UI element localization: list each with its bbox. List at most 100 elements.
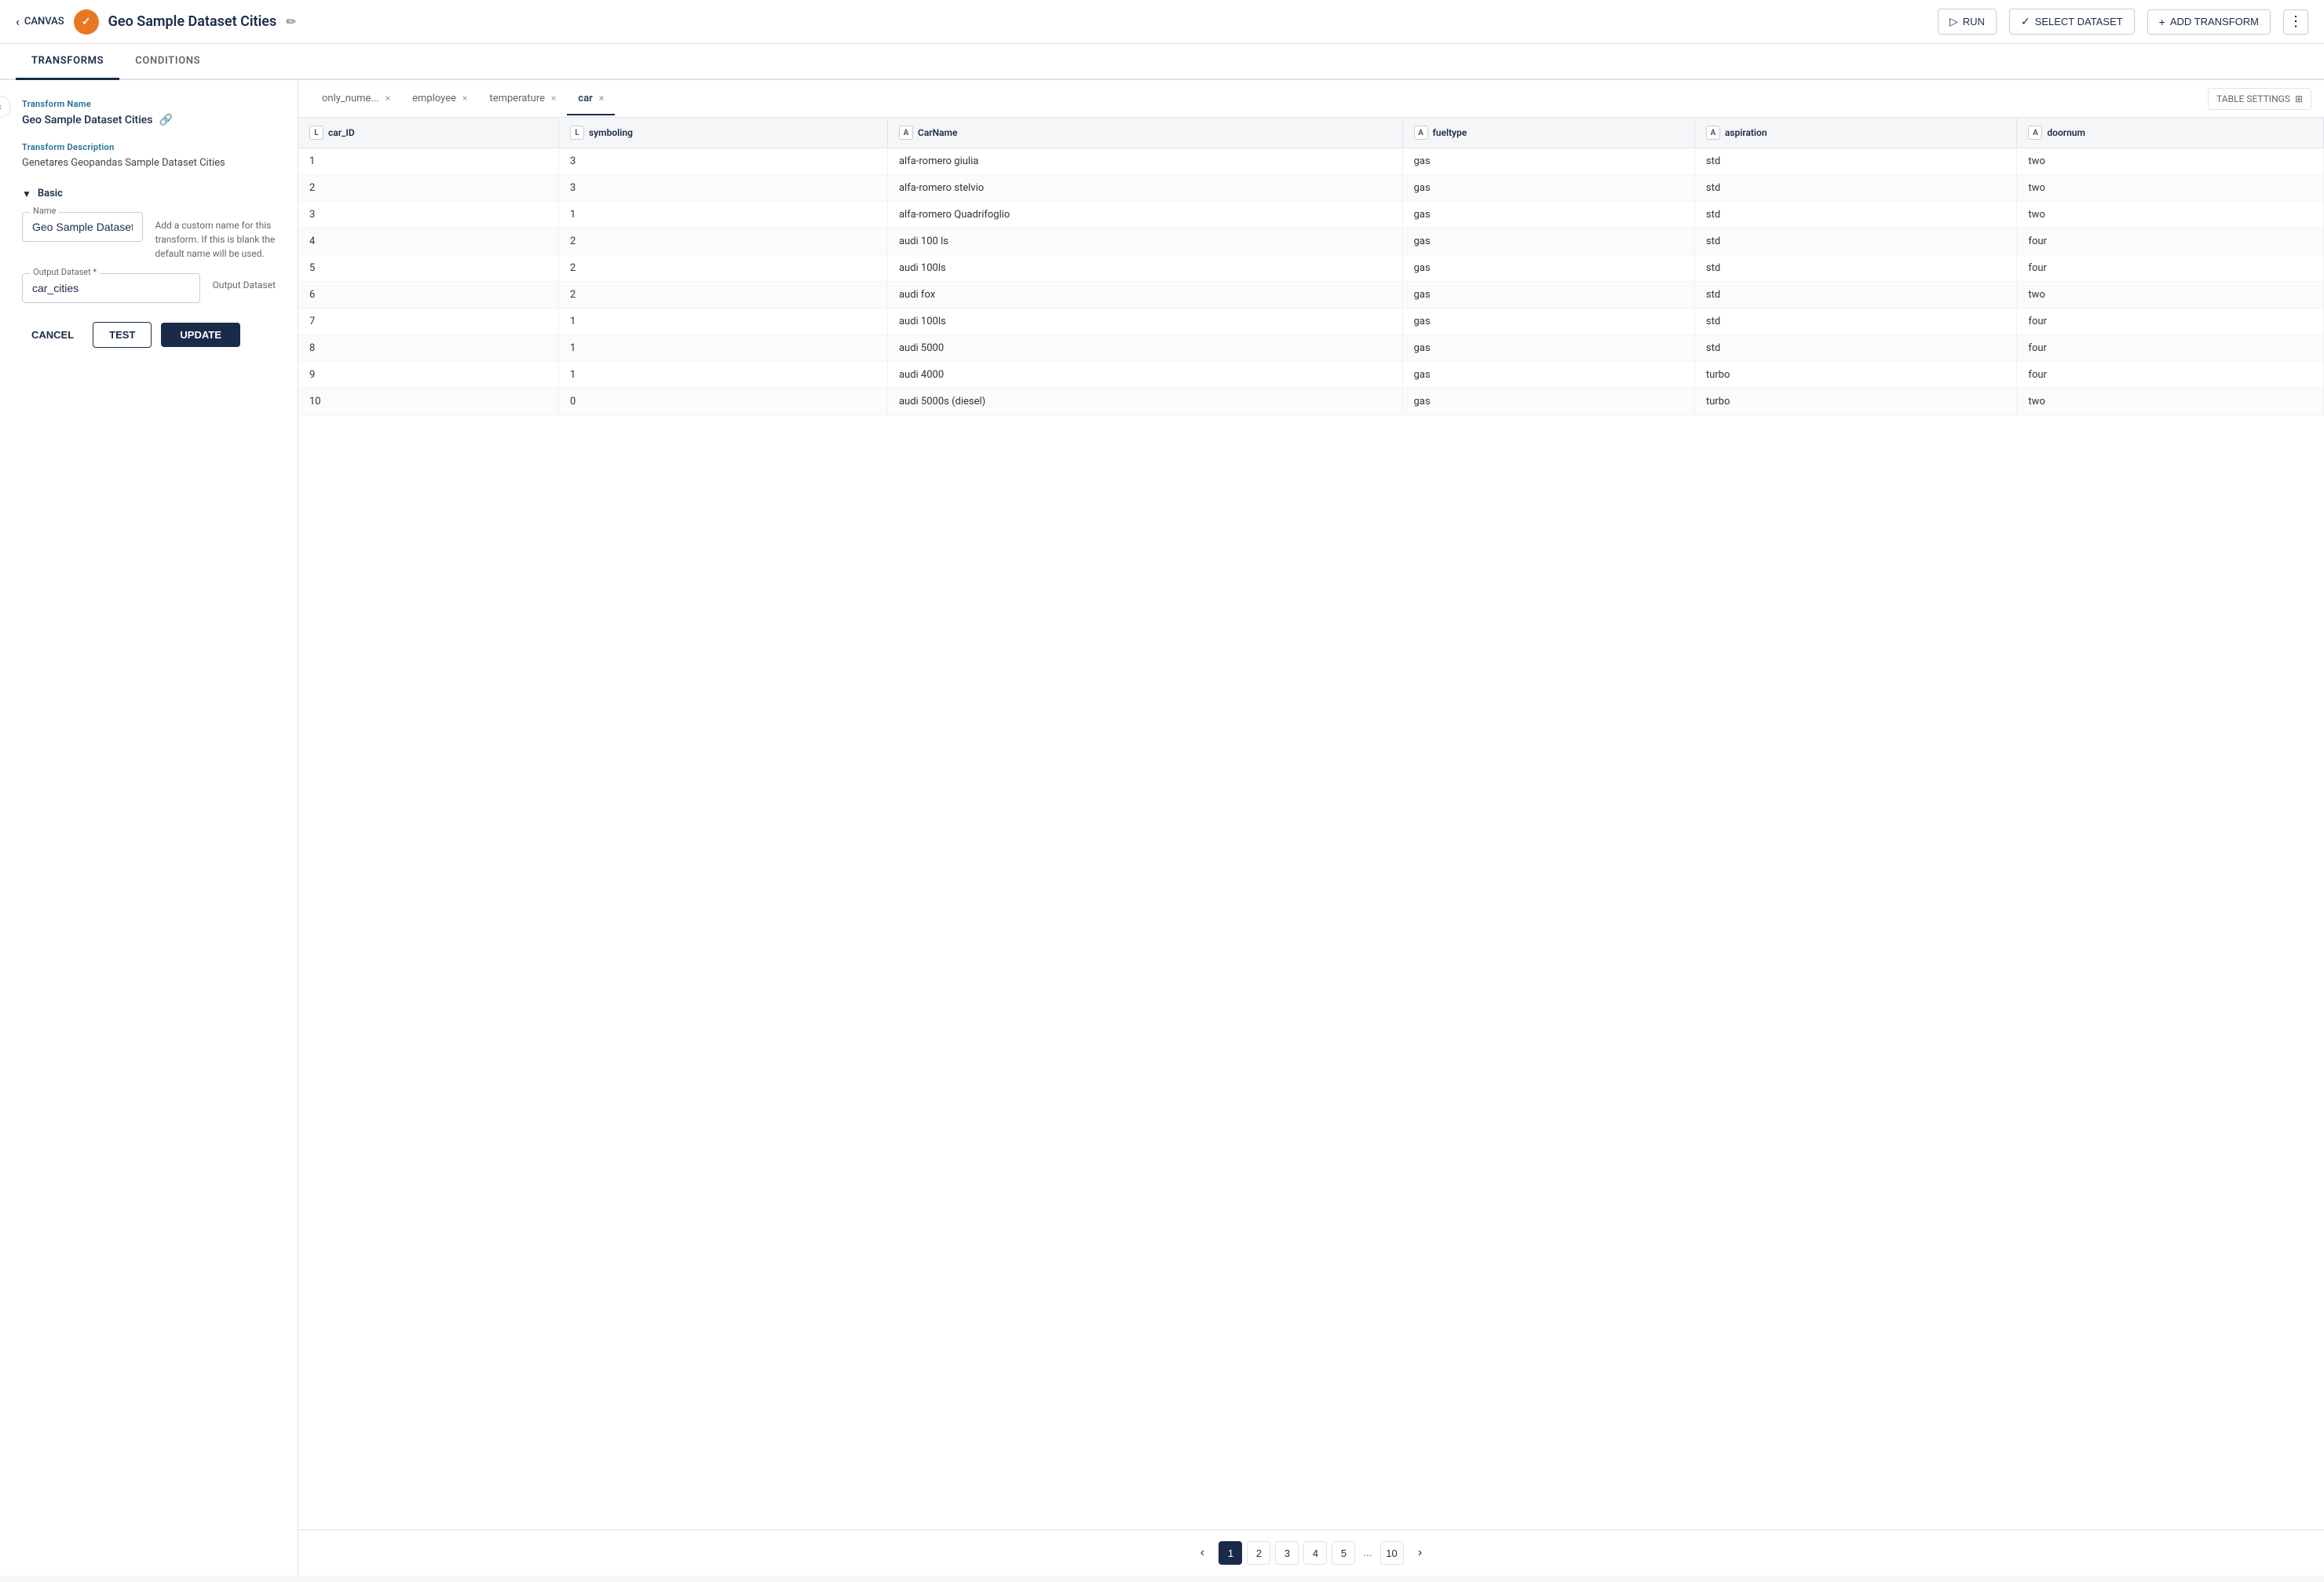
cell-fueltype-3: gas xyxy=(1402,202,1694,228)
col-header-aspiration: A aspiration xyxy=(1694,118,2017,148)
table-settings-button[interactable]: TABLE SETTINGS ⊞ xyxy=(2208,88,2311,110)
table-container: L car_ID L symboling A xyxy=(298,118,2324,1529)
pagination-page-10[interactable]: 10 xyxy=(1380,1541,1404,1565)
cell-symboling-9: 1 xyxy=(559,362,888,389)
update-button[interactable]: UPDATE xyxy=(161,323,239,347)
add-transform-icon: + xyxy=(2159,16,2165,28)
pagination-prev-button[interactable]: ‹ xyxy=(1190,1541,1214,1565)
table-row: 91audi 4000gasturbofour xyxy=(298,362,2324,389)
run-button[interactable]: ▷ RUN xyxy=(1938,9,1997,35)
pagination-page-3[interactable]: 3 xyxy=(1275,1541,1299,1565)
dataset-tab-temperature[interactable]: temperature × xyxy=(478,83,567,115)
canvas-back-button[interactable]: ‹ CANVAS xyxy=(16,14,64,29)
cell-car_id-7: 7 xyxy=(298,309,559,335)
cell-carname-10: audi 5000s (diesel) xyxy=(887,389,1402,415)
col-header-fueltype: A fueltype xyxy=(1402,118,1694,148)
name-helper-text: Add a custom name for this transform. If… xyxy=(155,212,276,261)
pagination-page-5[interactable]: 5 xyxy=(1332,1541,1355,1565)
cell-car_id-9: 9 xyxy=(298,362,559,389)
cell-doornum-10: two xyxy=(2017,389,2324,415)
col-label-car-id: car_ID xyxy=(328,127,355,138)
col-type-icon-carname: A xyxy=(899,126,913,140)
dataset-tab-only-nume-close[interactable]: × xyxy=(386,93,390,104)
cell-fueltype-8: gas xyxy=(1402,335,1694,362)
col-label-symboling: symboling xyxy=(589,127,633,138)
canvas-label: CANVAS xyxy=(24,16,64,27)
cell-car_id-8: 8 xyxy=(298,335,559,362)
dataset-tab-car-label: car xyxy=(578,93,592,104)
table-body: 13alfa-romero giuliagasstdtwo23alfa-rome… xyxy=(298,148,2324,415)
tab-transforms[interactable]: TRANSFORMS xyxy=(16,44,119,80)
cell-symboling-1: 3 xyxy=(559,148,888,175)
transform-desc-value: Genetares Geopandas Sample Dataset Citie… xyxy=(22,157,276,169)
dataset-tab-employee-close[interactable]: × xyxy=(462,93,467,104)
select-dataset-button[interactable]: ✓ SELECT DATASET xyxy=(2009,9,2135,35)
collapse-panel-button[interactable]: ‹ xyxy=(0,96,11,118)
dataset-tab-only-nume-label: only_nume... xyxy=(322,93,379,104)
cell-carname-2: alfa-romero stelvio xyxy=(887,175,1402,202)
output-dataset-input[interactable] xyxy=(22,273,200,303)
pagination-page-1[interactable]: 1 xyxy=(1219,1541,1242,1565)
transform-name-value: Geo Sample Dataset Cities 🔗 xyxy=(22,114,276,126)
cell-doornum-8: four xyxy=(2017,335,2324,362)
top-nav-left: ‹ CANVAS ✓ Geo Sample Dataset Cities ✏ xyxy=(16,9,297,35)
edit-icon[interactable]: ✏ xyxy=(286,14,296,29)
name-input-label: Name xyxy=(30,206,59,216)
col-header-carname: A CarName xyxy=(887,118,1402,148)
cancel-button[interactable]: CANCEL xyxy=(22,323,83,347)
link-icon[interactable]: 🔗 xyxy=(159,114,172,126)
select-dataset-icon: ✓ xyxy=(2021,15,2030,28)
cell-car_id-2: 2 xyxy=(298,175,559,202)
cell-symboling-8: 1 xyxy=(559,335,888,362)
basic-section-header[interactable]: ▼ Basic xyxy=(22,188,276,199)
cell-fueltype-4: gas xyxy=(1402,228,1694,255)
more-options-button[interactable]: ⋮ xyxy=(2283,9,2308,35)
cell-symboling-7: 1 xyxy=(559,309,888,335)
col-type-icon-symboling: L xyxy=(570,126,584,140)
cell-fueltype-5: gas xyxy=(1402,255,1694,282)
table-settings-icon: ⊞ xyxy=(2295,93,2303,104)
pagination-next-button[interactable]: › xyxy=(1409,1541,1432,1565)
cell-doornum-3: two xyxy=(2017,202,2324,228)
cell-doornum-4: four xyxy=(2017,228,2324,255)
dataset-tab-car[interactable]: car × xyxy=(567,83,615,115)
output-dataset-input-label: Output Dataset * xyxy=(30,267,100,277)
table-settings-label: TABLE SETTINGS xyxy=(2216,93,2290,104)
cell-symboling-6: 2 xyxy=(559,282,888,309)
select-dataset-label: SELECT DATASET xyxy=(2035,16,2123,27)
table-row: 42audi 100 lsgasstdfour xyxy=(298,228,2324,255)
top-nav: ‹ CANVAS ✓ Geo Sample Dataset Cities ✏ ▷… xyxy=(0,0,2324,44)
cell-car_id-1: 1 xyxy=(298,148,559,175)
cell-symboling-2: 3 xyxy=(559,175,888,202)
cell-car_id-10: 10 xyxy=(298,389,559,415)
name-input[interactable] xyxy=(22,212,143,242)
main-content: ‹ Transform Name Geo Sample Dataset Citi… xyxy=(0,80,2324,1576)
pagination-page-4[interactable]: 4 xyxy=(1303,1541,1327,1565)
cell-aspiration-7: std xyxy=(1694,309,2017,335)
cell-doornum-7: four xyxy=(2017,309,2324,335)
tab-conditions[interactable]: CONDITIONS xyxy=(119,44,216,80)
dataset-tab-only-nume[interactable]: only_nume... × xyxy=(311,83,401,115)
cell-doornum-1: two xyxy=(2017,148,2324,175)
test-button[interactable]: TEST xyxy=(93,322,152,348)
dataset-tab-employee[interactable]: employee × xyxy=(401,83,478,115)
tabs-bar: TRANSFORMS CONDITIONS xyxy=(0,44,2324,80)
cell-symboling-5: 2 xyxy=(559,255,888,282)
dataset-tab-car-close[interactable]: × xyxy=(599,93,604,104)
output-dataset-helper: Output Dataset xyxy=(213,273,276,290)
table-row: 100audi 5000s (diesel)gasturbotwo xyxy=(298,389,2324,415)
pagination-page-2[interactable]: 2 xyxy=(1247,1541,1270,1565)
back-arrow-icon: ‹ xyxy=(16,14,20,29)
cell-carname-8: audi 5000 xyxy=(887,335,1402,362)
transform-name-label: Transform Name xyxy=(22,99,276,109)
chevron-down-icon: ▼ xyxy=(22,188,31,199)
dataset-tab-temperature-close[interactable]: × xyxy=(551,93,556,104)
add-transform-button[interactable]: + ADD TRANSFORM xyxy=(2147,9,2271,35)
output-dataset-input-wrapper: Output Dataset * xyxy=(22,273,200,303)
action-buttons: CANCEL TEST UPDATE xyxy=(22,322,276,348)
col-label-doornum: doornum xyxy=(2047,127,2085,138)
cell-aspiration-5: std xyxy=(1694,255,2017,282)
tab-transforms-label: TRANSFORMS xyxy=(31,55,104,67)
cell-carname-1: alfa-romero giulia xyxy=(887,148,1402,175)
data-table: L car_ID L symboling A xyxy=(298,118,2324,415)
